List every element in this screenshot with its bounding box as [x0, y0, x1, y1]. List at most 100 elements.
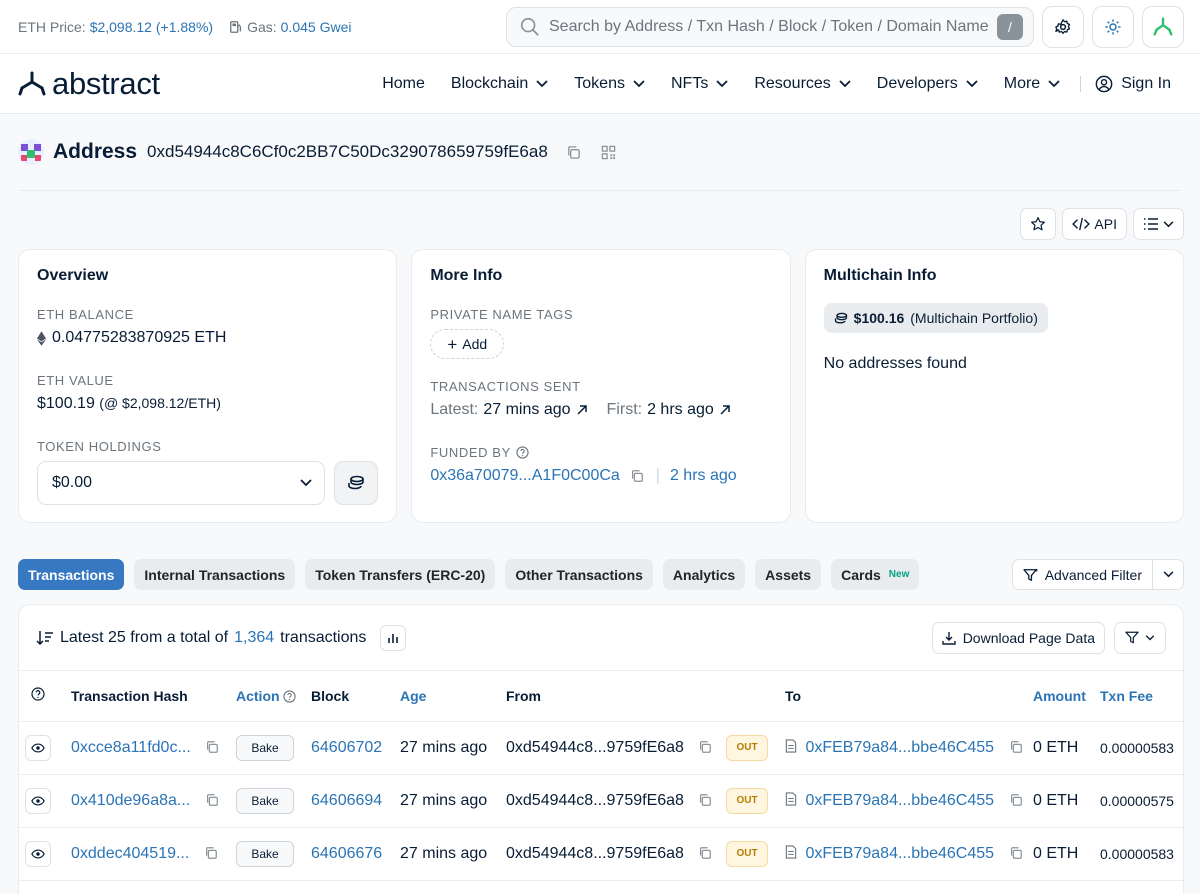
coins-icon — [348, 475, 365, 490]
tab-internal-transactions[interactable]: Internal Transactions — [134, 559, 296, 590]
settings-button[interactable] — [1042, 5, 1084, 48]
download-page-data-button[interactable]: Download Page Data — [931, 621, 1105, 654]
tx-hash-link[interactable]: 0xddec404519... — [71, 845, 189, 862]
copy-icon[interactable] — [630, 469, 644, 483]
summary-count[interactable]: 1,364 — [234, 629, 274, 647]
copy-icon[interactable] — [698, 740, 712, 754]
copy-icon[interactable] — [204, 846, 218, 860]
copy-icon[interactable] — [205, 793, 219, 807]
theme-toggle-button[interactable] — [1092, 5, 1134, 48]
funded-by-age[interactable]: 2 hrs ago — [670, 467, 737, 485]
tx-hash-link[interactable]: 0xcce8a11fd0c... — [71, 739, 191, 756]
header-amount[interactable]: Amount — [1033, 671, 1100, 722]
row-hash-cell: 0xddec404519... — [71, 827, 236, 881]
site-logo[interactable]: abstract — [18, 66, 160, 102]
filter-sparkle-icon — [1023, 568, 1038, 581]
eth-balance: 0.04775283870925 ETH — [37, 329, 378, 347]
header-age[interactable]: Age — [400, 671, 506, 722]
preview-button[interactable] — [25, 734, 51, 761]
arrow-up-right-icon[interactable] — [719, 404, 731, 416]
add-tag-button[interactable]: + Add — [430, 329, 505, 359]
nav-item-more[interactable]: More — [1004, 75, 1060, 93]
tab-transactions[interactable]: Transactions — [18, 559, 125, 590]
help-circle-icon[interactable] — [516, 446, 529, 459]
transactions-summary: Latest 25 from a total of 1,364 transact… — [36, 624, 407, 651]
tab-bar: Transactions Internal Transactions Token… — [0, 559, 1200, 590]
list-icon — [1144, 218, 1158, 230]
nav-item-nfts[interactable]: NFTs — [671, 75, 728, 93]
copy-icon[interactable] — [698, 846, 712, 860]
contract-file-icon — [785, 738, 797, 753]
abstract-network-icon — [1153, 17, 1173, 36]
header-txn-fee[interactable]: Txn Fee — [1100, 671, 1183, 722]
qr-code-icon[interactable] — [601, 145, 616, 160]
latest-value: 27 mins ago — [483, 401, 571, 418]
to-address-link[interactable]: 0xFEB79a84...bbe46C455 — [805, 845, 994, 862]
tab-other-transactions[interactable]: Other Transactions — [505, 559, 653, 590]
nav-item-resources[interactable]: Resources — [754, 75, 851, 93]
chevron-down-icon — [716, 79, 728, 87]
advanced-filter-dropdown[interactable] — [1153, 571, 1183, 578]
analytics-chart-button[interactable] — [380, 624, 407, 651]
row-action-cell: Bake — [236, 827, 311, 881]
arrow-up-right-icon[interactable] — [576, 404, 588, 416]
sort-desc-icon — [36, 630, 53, 645]
row-preview-cell — [19, 721, 71, 775]
multichain-portfolio-badge[interactable]: $100.16 (Multichain Portfolio) — [823, 303, 1048, 333]
tab-cards[interactable]: Cards New — [831, 559, 920, 590]
search-box[interactable]: / — [506, 6, 1034, 47]
header-transaction-hash: Transaction Hash — [71, 671, 236, 722]
chevron-down-icon — [633, 79, 645, 87]
separator: | — [655, 467, 660, 484]
token-portfolio-button[interactable] — [334, 461, 379, 505]
column-filter-button[interactable] — [1114, 621, 1166, 654]
funded-by-address[interactable]: 0x36a70079...A1F0C00Ca — [430, 467, 619, 485]
search-input[interactable] — [549, 17, 997, 36]
main-nav: abstract Home Blockchain Tokens NFTs Res… — [0, 54, 1200, 114]
row-direction-cell: OUT — [726, 827, 785, 881]
nav-label: More — [1003, 74, 1041, 92]
header-action[interactable]: Action — [236, 671, 311, 722]
copy-icon[interactable] — [698, 793, 712, 807]
eth-balance-value: 0.04775283870925 ETH — [52, 329, 227, 346]
funded-by-label: FUNDED BY — [430, 445, 511, 460]
help-circle-icon[interactable] — [31, 687, 45, 701]
token-holdings-dropdown[interactable]: $0.00 — [37, 461, 326, 505]
nav-item-developers[interactable]: Developers — [877, 75, 978, 93]
copy-icon[interactable] — [1009, 793, 1023, 807]
advanced-filter-button[interactable]: Advanced Filter — [1013, 560, 1153, 589]
download-icon — [941, 631, 956, 645]
gas-value: 0.045 Gwei — [280, 18, 352, 35]
tab-analytics[interactable]: Analytics — [662, 559, 746, 590]
method-badge: Bake — [236, 840, 294, 867]
block-link[interactable]: 64606676 — [311, 845, 382, 862]
row-age-cell: 27 mins ago — [400, 721, 506, 775]
more-info-card: More Info PRIVATE NAME TAGS + Add TRANSA… — [411, 249, 791, 523]
network-switch-button[interactable] — [1142, 5, 1184, 48]
copy-icon[interactable] — [1009, 846, 1023, 860]
more-options-button[interactable] — [1133, 208, 1184, 240]
tab-assets[interactable]: Assets — [755, 559, 822, 590]
copy-icon[interactable] — [1009, 740, 1023, 754]
first-value: 2 hrs ago — [647, 401, 714, 418]
preview-button[interactable] — [25, 787, 51, 814]
nav-item-tokens[interactable]: Tokens — [574, 75, 645, 93]
preview-button[interactable] — [25, 840, 51, 867]
overview-title: Overview — [37, 267, 109, 284]
api-button[interactable]: API — [1062, 208, 1127, 240]
copy-icon[interactable] — [205, 740, 219, 754]
sign-in-link[interactable]: Sign In — [1095, 75, 1171, 93]
nav-item-blockchain[interactable]: Blockchain — [451, 75, 548, 93]
coins-icon — [834, 312, 847, 323]
tab-token-transfers[interactable]: Token Transfers (ERC-20) — [305, 559, 496, 590]
favorite-button[interactable] — [1020, 208, 1057, 240]
to-address-link[interactable]: 0xFEB79a84...bbe46C455 — [805, 792, 994, 809]
to-address-link[interactable]: 0xFEB79a84...bbe46C455 — [805, 739, 994, 756]
info-cards: Overview ETH BALANCE 0.04775283870925 ET… — [0, 249, 1200, 523]
row-fee-cell: 0.00000583 — [1100, 721, 1183, 775]
nav-item-home[interactable]: Home — [382, 75, 425, 93]
block-link[interactable]: 64606702 — [311, 739, 382, 756]
copy-icon[interactable] — [566, 145, 581, 160]
tx-hash-link[interactable]: 0x410de96a8a... — [71, 792, 190, 809]
block-link[interactable]: 64606694 — [311, 792, 382, 809]
